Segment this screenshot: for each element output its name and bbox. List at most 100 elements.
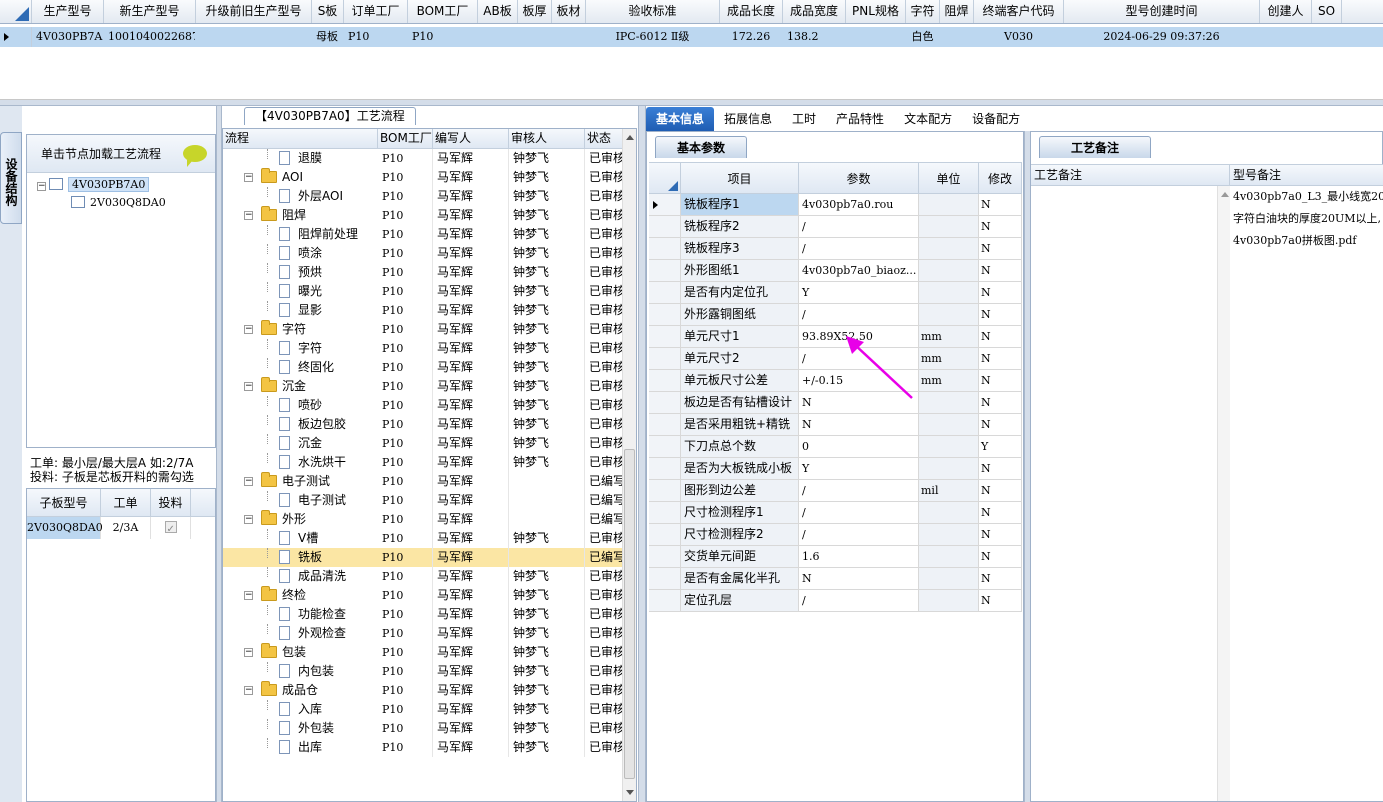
param-modify-cell[interactable]: N <box>979 414 1022 435</box>
param-row[interactable]: 单元板尺寸公差 +/-0.15 mm N <box>649 370 1022 392</box>
param-row[interactable]: 图形到边公差 / mil N <box>649 480 1022 502</box>
flow-reviewer-cell[interactable]: 钟梦飞 <box>509 320 585 339</box>
col-header[interactable]: BOM工厂 <box>408 0 478 23</box>
col-header[interactable]: 创建人 <box>1260 0 1312 23</box>
flow-bom-cell[interactable]: P10 <box>378 738 433 757</box>
param-value-cell[interactable]: 1.6 <box>799 546 919 567</box>
flow-bom-cell[interactable]: P10 <box>378 548 433 567</box>
flow-row[interactable]: 出库 P10 马军辉 钟梦飞 已审核 <box>223 738 623 757</box>
flow-step[interactable]: 电子测试 <box>298 491 346 510</box>
vertical-splitter[interactable] <box>638 106 646 802</box>
flow-step[interactable]: 喷涂 <box>298 244 322 263</box>
model-notes-field[interactable]: 4v030pb7a0_L3_最小线宽20.0 字符白油块的厚度20UM以上, 4… <box>1230 186 1383 801</box>
table-cell[interactable]: 2024-06-29 09:37:26 <box>1064 27 1260 47</box>
flow-name-cell[interactable]: 电子测试 <box>223 491 378 510</box>
flow-reviewer-cell[interactable]: 钟梦飞 <box>509 187 585 206</box>
row-selector[interactable] <box>649 436 681 457</box>
flow-step-group[interactable]: 电子测试 <box>282 472 330 491</box>
flow-step[interactable]: 板边包胶 <box>298 415 346 434</box>
flow-row[interactable]: 电子测试 P10 马军辉 已编写 <box>223 491 623 510</box>
flow-row[interactable]: 喷涂 P10 马军辉 钟梦飞 已审核 <box>223 244 623 263</box>
collapse-icon[interactable]: − <box>244 382 253 391</box>
col-header[interactable]: 审核人 <box>509 129 585 148</box>
collapse-icon[interactable]: − <box>244 325 253 334</box>
process-notes-field[interactable] <box>1031 186 1230 801</box>
flow-reviewer-cell[interactable] <box>509 510 585 529</box>
flow-bom-cell[interactable]: P10 <box>378 320 433 339</box>
flow-name-cell[interactable]: 铣板 <box>223 548 378 567</box>
flow-row[interactable]: 阻焊前处理 P10 马军辉 钟梦飞 已审核 <box>223 225 623 244</box>
flow-bom-cell[interactable]: P10 <box>378 567 433 586</box>
col-header[interactable]: 成品宽度 <box>783 0 846 23</box>
flow-name-cell[interactable]: 外观检查 <box>223 624 378 643</box>
flow-editor-cell[interactable]: 马军辉 <box>433 206 509 225</box>
param-value-cell[interactable]: 93.89X52.50 <box>799 326 919 347</box>
tree-node-label[interactable]: 2V030Q8DA0 <box>90 196 166 209</box>
flow-status-cell[interactable]: 已审核 <box>585 244 623 263</box>
param-unit-cell[interactable]: mil <box>919 480 979 501</box>
param-item-cell[interactable]: 是否采用粗铣+精铣 <box>681 414 799 435</box>
flow-step[interactable]: 预烘 <box>298 263 322 282</box>
col-header[interactable]: 板厚 <box>518 0 552 23</box>
flow-reviewer-cell[interactable]: 钟梦飞 <box>509 529 585 548</box>
flow-editor-cell[interactable]: 马军辉 <box>433 624 509 643</box>
flow-status-cell[interactable]: 已审核 <box>585 662 623 681</box>
param-row[interactable]: 是否为大板铣成小板 Y N <box>649 458 1022 480</box>
flow-editor-cell[interactable]: 马军辉 <box>433 605 509 624</box>
flow-row[interactable]: 外包装 P10 马军辉 钟梦飞 已审核 <box>223 719 623 738</box>
flow-bom-cell[interactable]: P10 <box>378 624 433 643</box>
flow-status-cell[interactable]: 已审核 <box>585 624 623 643</box>
param-item-cell[interactable]: 尺寸检测程序2 <box>681 524 799 545</box>
param-modify-cell[interactable]: N <box>979 238 1022 259</box>
collapse-icon[interactable]: − <box>244 173 253 182</box>
param-modify-cell[interactable]: N <box>979 348 1022 369</box>
flow-name-cell[interactable]: − 字符 <box>223 320 378 339</box>
param-value-cell[interactable]: / <box>799 216 919 237</box>
flow-step[interactable]: 显影 <box>298 301 322 320</box>
param-modify-cell[interactable]: N <box>979 480 1022 501</box>
flow-name-cell[interactable]: 阻焊前处理 <box>223 225 378 244</box>
tab-product-features[interactable]: 产品特性 <box>826 107 894 131</box>
flow-row[interactable]: 曝光 P10 马军辉 钟梦飞 已审核 <box>223 282 623 301</box>
flow-step[interactable]: 功能检查 <box>298 605 346 624</box>
flow-scrollbar[interactable] <box>622 129 636 801</box>
tab-basic-info[interactable]: 基本信息 <box>646 107 715 131</box>
flow-step[interactable]: 出库 <box>298 738 322 757</box>
flow-bom-cell[interactable]: P10 <box>378 586 433 605</box>
collapse-icon[interactable]: − <box>244 648 253 657</box>
param-unit-cell[interactable] <box>919 590 979 611</box>
tab-text-recipe[interactable]: 文本配方 <box>894 107 962 131</box>
flow-reviewer-cell[interactable]: 钟梦飞 <box>509 282 585 301</box>
param-item-cell[interactable]: 图形到边公差 <box>681 480 799 501</box>
flow-bom-cell[interactable]: P10 <box>378 377 433 396</box>
flow-editor-cell[interactable]: 马军辉 <box>433 491 509 510</box>
param-item-cell[interactable]: 外形图纸1 <box>681 260 799 281</box>
flow-bom-cell[interactable]: P10 <box>378 282 433 301</box>
table-cell[interactable]: 172.26 <box>720 27 783 47</box>
param-value-cell[interactable]: / <box>799 304 919 325</box>
param-unit-cell[interactable] <box>919 436 979 457</box>
param-unit-cell[interactable]: mm <box>919 348 979 369</box>
flow-reviewer-cell[interactable]: 钟梦飞 <box>509 358 585 377</box>
col-header[interactable]: 生产型号 <box>32 0 104 23</box>
table-cell[interactable]: 2/3A <box>101 517 151 539</box>
flow-editor-cell[interactable]: 马军辉 <box>433 529 509 548</box>
flow-status-cell[interactable]: 已编写 <box>585 548 623 567</box>
flow-status-cell[interactable]: 已审核 <box>585 681 623 700</box>
param-unit-cell[interactable] <box>919 524 979 545</box>
flow-status-cell[interactable]: 已审核 <box>585 700 623 719</box>
flow-row[interactable]: 内包装 P10 马军辉 钟梦飞 已审核 <box>223 662 623 681</box>
flow-reviewer-cell[interactable]: 钟梦飞 <box>509 662 585 681</box>
flow-bom-cell[interactable]: P10 <box>378 225 433 244</box>
col-header[interactable]: 订单工厂 <box>344 0 408 23</box>
flow-step[interactable]: 水洗烘干 <box>298 453 346 472</box>
col-header[interactable]: 成品长度 <box>720 0 783 23</box>
flow-step[interactable]: 曝光 <box>298 282 322 301</box>
param-item-cell[interactable]: 交货单元间距 <box>681 546 799 567</box>
param-value-cell[interactable]: / <box>799 238 919 259</box>
param-value-cell[interactable]: / <box>799 480 919 501</box>
param-value-cell[interactable]: / <box>799 590 919 611</box>
param-value-cell[interactable]: N <box>799 568 919 589</box>
param-value-cell[interactable]: Y <box>799 282 919 303</box>
flow-bom-cell[interactable]: P10 <box>378 605 433 624</box>
